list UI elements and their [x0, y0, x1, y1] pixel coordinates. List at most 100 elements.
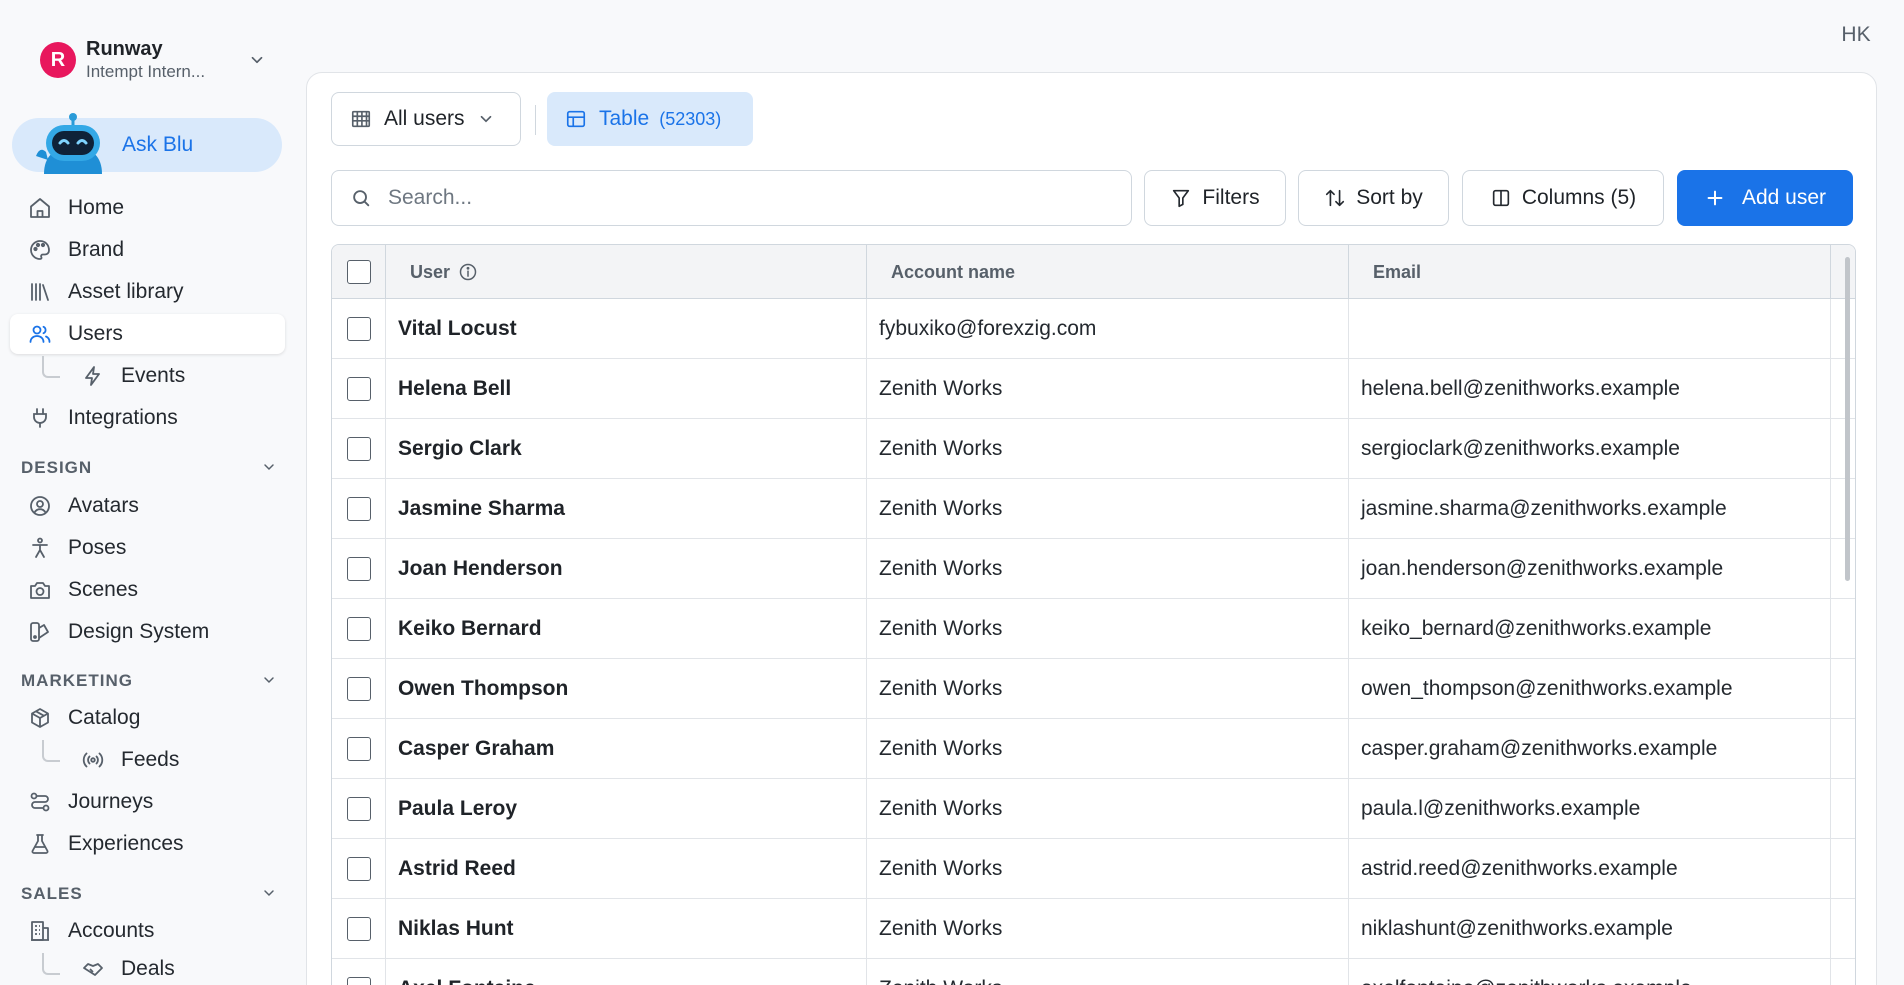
cell-user-name[interactable]: Niklas Hunt: [386, 899, 867, 959]
cell-user-name[interactable]: Casper Graham: [386, 719, 867, 779]
table-row[interactable]: Helena Bell Zenith Works helena.bell@zenit…: [332, 359, 1855, 419]
sidebar-item-avatars[interactable]: Avatars: [10, 486, 285, 526]
columns-button[interactable]: Columns (5): [1462, 170, 1664, 226]
table-row[interactable]: Jasmine Sharma Zenith Works jasmine.sharma…: [332, 479, 1855, 539]
sidebar-item-asset-library[interactable]: Asset library: [10, 272, 285, 312]
cell-user-name[interactable]: Astrid Reed: [386, 839, 867, 899]
cell-email: axelfontaine@zenithworks.example: [1349, 959, 1831, 985]
sidebar-item-label: Users: [68, 322, 123, 345]
table-row[interactable]: Keiko Bernard Zenith Works keiko_bernard@z…: [332, 599, 1855, 659]
sidebar-item-label: Catalog: [68, 706, 141, 729]
users-table: User Account name Email Vital Locust fybu…: [331, 244, 1856, 985]
cell-account-name: Zenith Works: [867, 539, 1349, 599]
section-title: MARKETING: [21, 671, 133, 690]
column-header-email[interactable]: Email: [1349, 245, 1831, 299]
cell-user-name[interactable]: Keiko Bernard: [386, 599, 867, 659]
table-row[interactable]: Paula Leroy Zenith Works paula.l@zenithwor…: [332, 779, 1855, 839]
select-all-checkbox[interactable]: [346, 260, 371, 284]
row-checkbox[interactable]: [346, 437, 371, 461]
row-checkbox[interactable]: [346, 977, 371, 985]
sort-arrows-icon: [1324, 187, 1346, 209]
building-icon: [28, 919, 52, 943]
chevron-down-icon: [261, 459, 279, 477]
cell-email: niklashunt@zenithworks.example: [1349, 899, 1831, 959]
cell-account-name: Zenith Works: [867, 719, 1349, 779]
row-checkbox-cell: [332, 299, 386, 359]
chevron-down-icon: [248, 51, 270, 69]
row-checkbox[interactable]: [346, 317, 371, 341]
user-avatar[interactable]: HK: [1835, 18, 1877, 52]
sidebar-item-users[interactable]: Users: [10, 314, 285, 354]
cell-user-name[interactable]: Paula Leroy: [386, 779, 867, 839]
sidebar-item-home[interactable]: Home: [10, 188, 285, 228]
cell-user-name[interactable]: Jasmine Sharma: [386, 479, 867, 539]
filters-button[interactable]: Filters: [1144, 170, 1286, 226]
section-marketing-toggle[interactable]: MARKETING: [21, 669, 279, 693]
cell-user-name[interactable]: Joan Henderson: [386, 539, 867, 599]
sidebar-item-feeds[interactable]: Feeds: [55, 740, 285, 780]
view-selector[interactable]: All users: [331, 92, 521, 146]
section-sales-toggle[interactable]: SALES: [21, 882, 279, 906]
tab-table[interactable]: Table (52303): [547, 92, 753, 146]
column-header-account-name[interactable]: Account name: [867, 245, 1349, 299]
table-row[interactable]: Joan Henderson Zenith Works joan.henderson…: [332, 539, 1855, 599]
sidebar-item-experiences[interactable]: Experiences: [10, 824, 285, 864]
plug-icon: [28, 406, 52, 430]
search-input[interactable]: [388, 186, 1108, 210]
ask-blu-button[interactable]: Ask Blu: [12, 113, 282, 174]
table-row[interactable]: Sergio Clark Zenith Works sergioclark@zeni…: [332, 419, 1855, 479]
table-row[interactable]: Owen Thompson Zenith Works owen_thompson@z…: [332, 659, 1855, 719]
sidebar-item-label: Integrations: [68, 406, 178, 429]
user-circle-icon: [28, 494, 52, 518]
sidebar-item-events[interactable]: Events: [55, 356, 285, 396]
section-title: SALES: [21, 884, 83, 903]
sidebar-item-poses[interactable]: Poses: [10, 528, 285, 568]
column-header-label: User: [410, 261, 451, 282]
sidebar-item-catalog[interactable]: Catalog: [10, 698, 285, 738]
table-header: User Account name Email: [332, 245, 1855, 299]
sidebar-item-scenes[interactable]: Scenes: [10, 570, 285, 610]
row-checkbox-cell: [332, 479, 386, 539]
sidebar-item-integrations[interactable]: Integrations: [10, 398, 285, 438]
row-checkbox[interactable]: [346, 857, 371, 881]
workspace-switcher[interactable]: R Runway Intempt Intern...: [40, 38, 270, 82]
row-checkbox[interactable]: [346, 797, 371, 821]
table-row[interactable]: Astrid Reed Zenith Works astrid.reed@zenit…: [332, 839, 1855, 899]
table-row[interactable]: Axel FontaineZenith Worksaxelfontaine@ze…: [332, 959, 1855, 985]
sidebar-item-deals[interactable]: Deals: [55, 953, 285, 985]
section-design-toggle[interactable]: DESIGN: [21, 456, 279, 480]
table-icon: [565, 108, 587, 130]
cell-user-name[interactable]: Helena Bell: [386, 359, 867, 419]
cell-user-name[interactable]: Sergio Clark: [386, 419, 867, 479]
add-user-button[interactable]: Add user: [1677, 170, 1853, 226]
sort-button[interactable]: Sort by: [1298, 170, 1449, 226]
vertical-scrollbar[interactable]: [1845, 257, 1850, 581]
row-checkbox[interactable]: [346, 737, 371, 761]
sidebar-item-journeys[interactable]: Journeys: [10, 782, 285, 822]
library-icon: [28, 280, 52, 304]
cell-user-name[interactable]: Axel Fontaine: [386, 959, 867, 985]
sidebar-item-design-system[interactable]: Design System: [10, 612, 285, 652]
cell-user-name[interactable]: Vital Locust: [386, 299, 867, 359]
cell-user-name[interactable]: Owen Thompson: [386, 659, 867, 719]
table-row[interactable]: Casper Graham Zenith Works casper.graham@z…: [332, 719, 1855, 779]
row-checkbox[interactable]: [346, 677, 371, 701]
column-header-label: Email: [1373, 261, 1422, 282]
row-checkbox[interactable]: [346, 617, 371, 641]
table-row[interactable]: Vital Locust fybuxiko@forexzig.com: [332, 299, 1855, 359]
column-header-user[interactable]: User: [386, 245, 867, 299]
row-checkbox[interactable]: [346, 497, 371, 521]
row-checkbox[interactable]: [346, 917, 371, 941]
users-icon: [28, 322, 52, 346]
cell-account-name: Zenith Works: [867, 779, 1349, 839]
row-checkbox-cell: [332, 959, 386, 985]
sidebar-item-brand[interactable]: Brand: [10, 230, 285, 270]
row-checkbox[interactable]: [346, 557, 371, 581]
search-box: [331, 170, 1132, 226]
sidebar-item-accounts[interactable]: Accounts: [10, 911, 285, 951]
info-icon[interactable]: [458, 262, 478, 282]
table-row[interactable]: Niklas Hunt Zenith Works niklashunt@zenith…: [332, 899, 1855, 959]
row-checkbox[interactable]: [346, 377, 371, 401]
filters-label: Filters: [1202, 186, 1260, 209]
tab-table-label: Table: [599, 107, 650, 130]
